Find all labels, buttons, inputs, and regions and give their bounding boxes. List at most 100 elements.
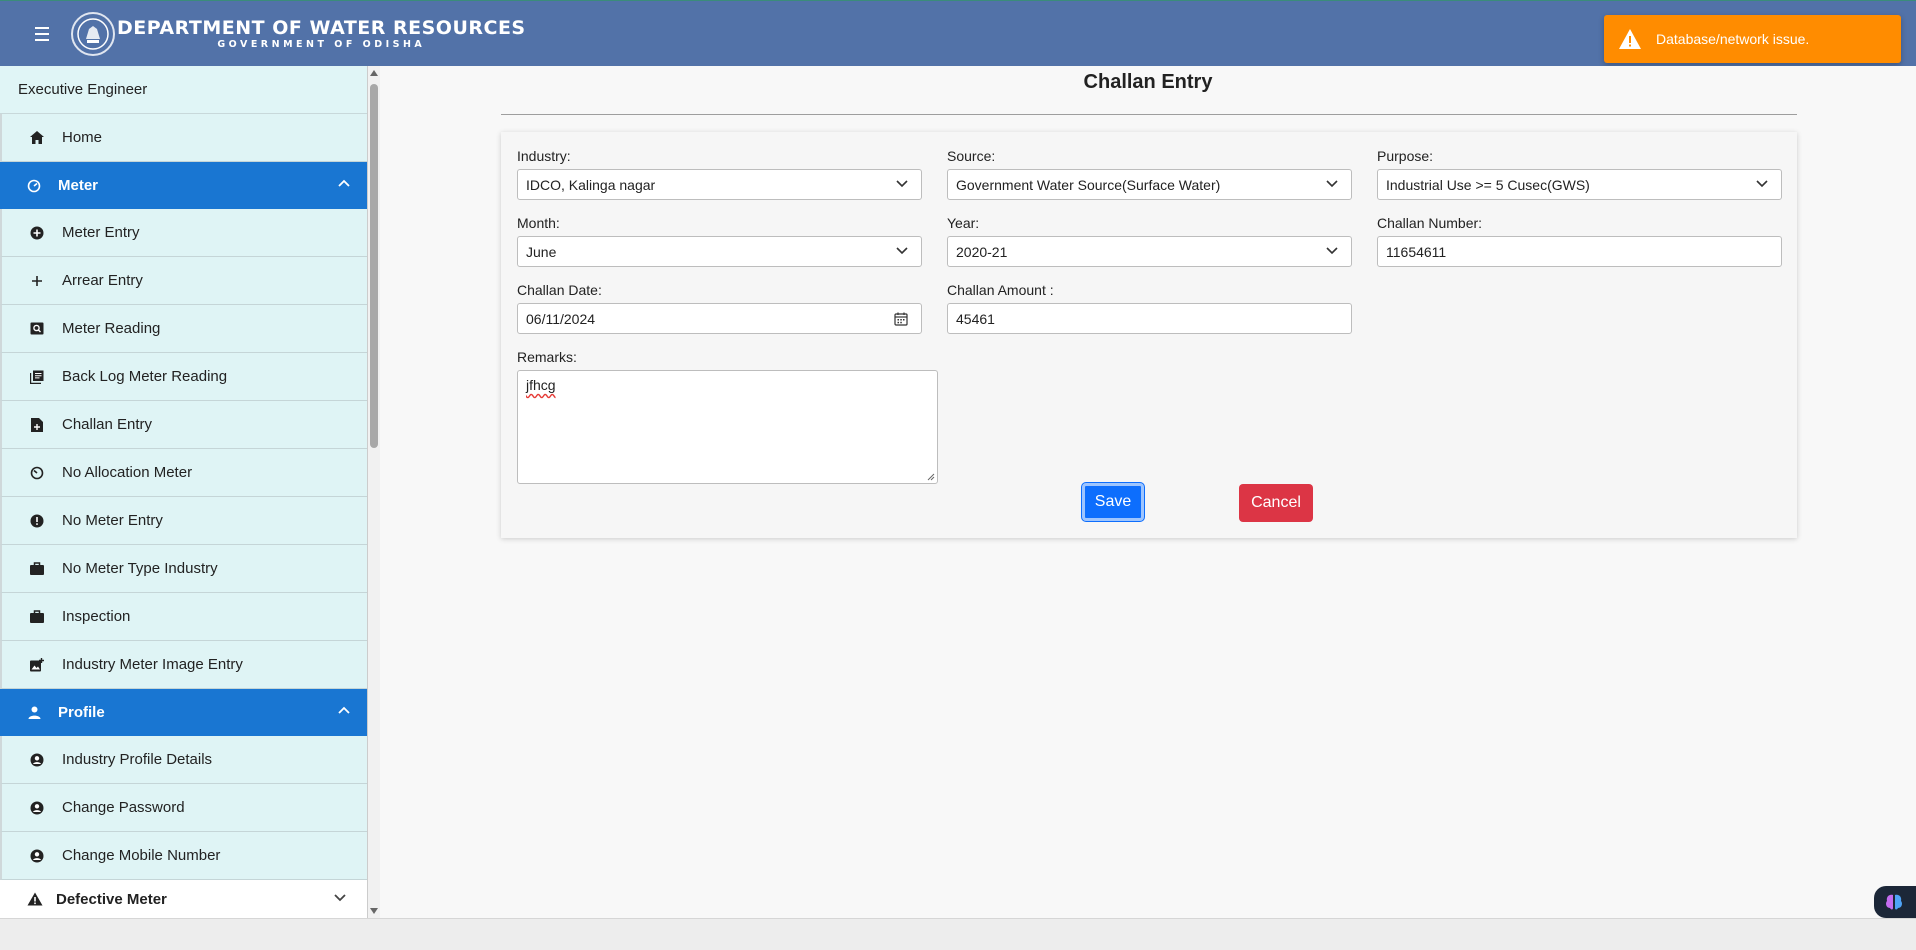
remarks-label: Remarks: [517,349,577,365]
title-divider [501,114,1797,115]
warning-icon [1619,29,1641,49]
sidebar-item-industry-meter-image-entry[interactable]: Industry Meter Image Entry [0,641,367,689]
brain-icon [1886,894,1902,910]
sidebar-item-inspection[interactable]: Inspection [0,593,367,641]
error-circle-icon [30,514,44,528]
assistant-widget-button[interactable] [1874,886,1916,918]
chevron-down-icon [896,180,908,188]
remarks-value: jfhcg [526,377,556,393]
add-circle-icon [30,226,44,240]
sidebar-item-back-log-meter-reading[interactable]: Back Log Meter Reading [0,353,367,401]
challan-date-field: Challan Date: 06/11/2024 [517,282,922,334]
purpose-label: Purpose: [1377,148,1434,164]
toast-message: Database/network issue. [1656,31,1810,47]
industry-field: Industry: IDCO, Kalinga nagar [517,148,922,200]
year-label: Year: [947,215,980,231]
emblem-icon [77,17,109,50]
challan-amount-input[interactable]: 45461 [947,303,1352,334]
sidebar: Executive Engineer Home Meter Meter Entr… [0,66,368,918]
page-title: Challan Entry [1083,71,1213,93]
industry-value: IDCO, Kalinga nagar [526,176,656,193]
sidebar-item-label: Meter Entry [62,224,140,241]
chevron-down-icon [1326,247,1338,255]
account-circle-icon [30,753,44,767]
challan-number-input[interactable]: 11654611 [1377,236,1782,267]
sidebar-group-meter[interactable]: Meter [0,162,367,209]
sidebar-item-label: Challan Entry [62,416,153,433]
purpose-select[interactable]: Industrial Use >= 5 Cusec(GWS) [1377,169,1782,200]
source-select[interactable]: Government Water Source(Surface Water) [947,169,1352,200]
sidebar-item-industry-profile-details[interactable]: Industry Profile Details [0,736,367,784]
resize-handle-icon[interactable] [927,473,935,481]
challan-number-label: Challan Number: [1377,215,1483,231]
sidebar-item-no-meter-type-industry[interactable]: No Meter Type Industry [0,545,367,593]
person-icon [26,705,42,721]
calendar-icon[interactable] [894,312,908,326]
sidebar-group-profile[interactable]: Profile [0,689,367,736]
source-value: Government Water Source(Surface Water) [956,176,1221,193]
sidebar-item-label: Change Password [62,799,185,816]
main-content: Challan Entry Industry: IDCO, Kalinga na… [380,66,1916,918]
challan-date-input[interactable]: 06/11/2024 [517,303,922,334]
month-label: Month: [517,215,560,231]
account-circle-icon [30,849,44,863]
cancel-button[interactable]: Cancel [1239,484,1313,522]
sidebar-item-meter-reading[interactable]: Meter Reading [0,305,367,353]
sidebar-item-no-allocation-meter[interactable]: No Allocation Meter [0,449,367,497]
challan-amount-label: Challan Amount : [947,282,1054,298]
challan-form-card: Industry: IDCO, Kalinga nagar Source: Go… [501,132,1797,538]
sidebar-item-label: Change Mobile Number [62,847,221,864]
sidebar-item-label: No Allocation Meter [62,464,193,481]
briefcase-icon [30,562,44,576]
sidebar-item-meter-entry[interactable]: Meter Entry [0,209,367,257]
year-field: Year: 2020-21 [947,215,1352,267]
document-add-icon [30,417,44,432]
challan-date-label: Challan Date: [517,282,602,298]
hamburger-menu-button[interactable] [27,19,57,49]
hamburger-icon-bar [35,38,49,41]
sidebar-scrollbar[interactable] [368,66,380,918]
sidebar-item-label: Inspection [62,608,131,625]
chevron-up-icon [338,706,350,714]
chevron-down-icon [1326,180,1338,188]
industry-select[interactable]: IDCO, Kalinga nagar [517,169,922,200]
error-toast[interactable]: Database/network issue. [1604,15,1901,63]
scrollbar-thumb[interactable] [370,84,378,448]
sidebar-item-arrear-entry[interactable]: Arrear Entry [0,257,367,305]
year-select[interactable]: 2020-21 [947,236,1352,267]
month-select[interactable]: June [517,236,922,267]
government-subtitle: GOVERNMENT OF ODISHA [217,38,426,50]
library-books-icon [30,370,44,384]
gauge-icon [26,178,42,194]
chevron-down-icon [896,247,908,255]
home-icon [30,131,44,145]
save-button[interactable]: Save [1082,483,1144,521]
sidebar-group-label: Profile [58,704,105,721]
sidebar-item-no-meter-entry[interactable]: No Meter Entry [0,497,367,545]
challan-number-value: 11654611 [1386,243,1447,260]
chevron-up-icon [338,179,350,187]
account-circle-icon [30,801,44,815]
scroll-down-arrow-icon[interactable] [370,908,378,914]
sidebar-item-challan-entry[interactable]: Challan Entry [0,401,367,449]
sidebar-item-label: Back Log Meter Reading [62,368,228,385]
sidebar-group-defective-meter[interactable]: Defective Meter [0,880,367,918]
scroll-up-arrow-icon[interactable] [370,70,378,76]
sidebar-item-home[interactable]: Home [0,114,367,162]
chevron-down-icon [334,894,346,902]
sidebar-item-label: No Meter Type Industry [62,560,218,577]
search-image-icon [30,322,44,336]
sidebar-item-label: Industry Meter Image Entry [62,656,243,673]
purpose-value: Industrial Use >= 5 Cusec(GWS) [1386,176,1590,193]
sidebar-item-label: Meter Reading [62,320,161,337]
warning-icon [26,891,44,907]
challan-amount-value: 45461 [956,310,995,327]
remarks-textarea[interactable]: jfhcg [517,370,938,484]
sidebar-menu: Executive Engineer Home Meter Meter Entr… [0,66,367,918]
sidebar-item-change-mobile-number[interactable]: Change Mobile Number [0,832,367,880]
source-field: Source: Government Water Source(Surface … [947,148,1352,200]
source-label: Source: [947,148,996,164]
sidebar-item-change-password[interactable]: Change Password [0,784,367,832]
sidebar-item-label: No Meter Entry [62,512,163,529]
challan-date-value: 06/11/2024 [526,310,596,327]
